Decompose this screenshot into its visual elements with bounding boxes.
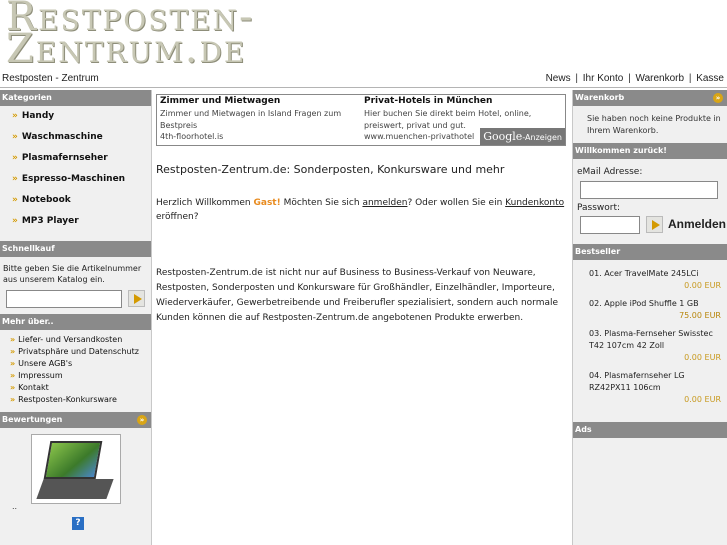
google-ads-badge[interactable]: Google-Anzeigen <box>480 128 565 145</box>
email-label: eMail Adresse: <box>577 167 643 177</box>
cart-text: Sie haben noch keine Produkte in Ihrem W… <box>587 114 721 135</box>
category-item-handy[interactable]: » Handy <box>12 111 151 132</box>
main-content: Zimmer und Mietwagen Zimmer und Mietwage… <box>153 90 571 545</box>
categories-header: Kategorien <box>0 90 151 106</box>
more-item-contact[interactable]: » Kontakt <box>10 383 151 395</box>
bestseller-item[interactable]: 03. Plasma-Fernseher Swisstec T42 107cm … <box>589 328 721 364</box>
more-list: » Liefer- und Versandkosten » Privatsphäre… <box>0 330 151 412</box>
cart-link[interactable]: Warenkorb <box>636 73 685 84</box>
welcome-text: Herzlich Willkommen Gast! Möchten Sie si… <box>156 198 565 222</box>
left-sidebar: Kategorien » Handy » Waschmaschine » Plasma… <box>0 90 152 545</box>
site-logo[interactable]: Restposten- Zentrum.de <box>0 0 727 72</box>
quickbuy-header: Schnellkauf <box>0 241 151 257</box>
quickbuy-text: Bitte geben Sie die Artikelnummer aus un… <box>3 264 142 284</box>
bestseller-item[interactable]: 02. Apple iPod Shuffle 1 GB 75.00 EUR <box>589 298 721 322</box>
login-link[interactable]: anmelden <box>362 198 407 208</box>
bestseller-list: 01. Acer TravelMate 245LCi 0.00 EUR 02. … <box>573 260 727 420</box>
password-label: Passwort: <box>577 203 621 213</box>
bestseller-item[interactable]: 04. Plasmafernseher LG RZ42PX11 106cm 0.… <box>589 370 721 406</box>
more-item-privacy[interactable]: » Privatsphäre und Datenschutz <box>10 347 151 359</box>
price: 0.00 EUR <box>684 353 721 362</box>
category-item-plasmafernseher[interactable]: » Plasmafernseher <box>12 153 151 174</box>
login-arrow-icon[interactable] <box>646 216 663 233</box>
email-field[interactable] <box>580 181 718 199</box>
ad-title[interactable]: Zimmer und Mietwagen <box>160 96 365 106</box>
category-item-espresso[interactable]: » Espresso-Maschinen <box>12 174 151 195</box>
quickbuy-box: Bitte geben Sie die Artikelnummer aus un… <box>0 257 151 314</box>
more-item-shipping[interactable]: » Liefer- und Versandkosten <box>10 335 151 347</box>
reviews-header: Bewertungen » <box>0 412 151 428</box>
page-title: Restposten-Zentrum.de: Sonderposten, Kon… <box>156 163 505 176</box>
ad-banner: Zimmer und Mietwagen Zimmer und Mietwage… <box>156 94 566 146</box>
bestseller-header: Bestseller <box>573 244 727 260</box>
top-navigation: Restposten - Zentrum News | Ihr Konto | … <box>0 70 727 88</box>
news-link[interactable]: News <box>546 73 571 84</box>
category-list: » Handy » Waschmaschine » Plasmafernseher »… <box>0 106 151 241</box>
review-text: .. <box>12 502 18 511</box>
arrow-icon: » <box>12 195 18 205</box>
category-item-notebook[interactable]: » Notebook <box>12 195 151 216</box>
login-box: eMail Adresse: Passwort: Anmelden <box>573 159 727 244</box>
account-link[interactable]: Ihr Konto <box>583 73 624 84</box>
logo-line-2: Zentrum.de <box>6 26 247 72</box>
category-item-waschmaschine[interactable]: » Waschmaschine <box>12 132 151 153</box>
login-header: Willkommen zurück! <box>573 143 727 159</box>
breadcrumb[interactable]: Restposten - Zentrum <box>2 73 99 84</box>
ad-1[interactable]: Zimmer und Mietwagen Zimmer und Mietwage… <box>160 96 365 141</box>
arrow-icon: » <box>12 132 18 142</box>
arrow-icon: » <box>12 174 18 184</box>
help-icon[interactable]: ? <box>72 517 84 530</box>
arrow-icon: » <box>12 153 18 163</box>
more-item-impressum[interactable]: » Impressum <box>10 371 151 383</box>
ads-header: Ads <box>573 422 727 438</box>
checkout-link[interactable]: Kasse <box>696 73 724 84</box>
ad-desc: Zimmer und Mietwagen in Island Fragen zu… <box>160 109 342 130</box>
category-item-mp3[interactable]: » MP3 Player <box>12 216 151 237</box>
ad-url[interactable]: 4th-floorhotel.is <box>160 132 365 141</box>
reviews-box: .. ? <box>0 428 151 538</box>
price: 0.00 EUR <box>684 395 721 404</box>
info-paragraph: Restposten-Zentrum.de ist nicht nur auf … <box>156 268 559 323</box>
more-arrow-icon[interactable]: » <box>713 93 723 103</box>
arrow-icon: » <box>12 111 18 121</box>
review-product-image[interactable] <box>31 434 121 504</box>
more-arrow-icon[interactable]: » <box>137 415 147 425</box>
cart-header: Warenkorb » <box>573 90 727 106</box>
quickbuy-go-button[interactable] <box>128 290 145 307</box>
price: 0.00 EUR <box>684 281 721 290</box>
price: 75.00 EUR <box>679 311 721 320</box>
login-button[interactable]: Anmelden <box>668 217 726 231</box>
create-account-link[interactable]: Kundenkonto <box>505 198 564 208</box>
ad-title[interactable]: Privat-Hotels in München <box>364 96 565 106</box>
more-item-agb[interactable]: » Unsere AGB's <box>10 359 151 371</box>
right-sidebar: Warenkorb » Sie haben noch keine Produkt… <box>572 90 727 545</box>
password-field[interactable] <box>580 216 640 234</box>
more-header: Mehr über.. <box>0 314 151 330</box>
guest-label: Gast! <box>253 198 281 208</box>
bestseller-item[interactable]: 01. Acer TravelMate 245LCi 0.00 EUR <box>589 268 721 292</box>
arrow-icon: » <box>12 216 18 226</box>
article-number-input[interactable] <box>6 290 122 308</box>
more-item-konkursware[interactable]: » Restposten-Konkursware <box>10 395 151 407</box>
header-links: News | Ihr Konto | Warenkorb | Kasse <box>545 73 724 84</box>
